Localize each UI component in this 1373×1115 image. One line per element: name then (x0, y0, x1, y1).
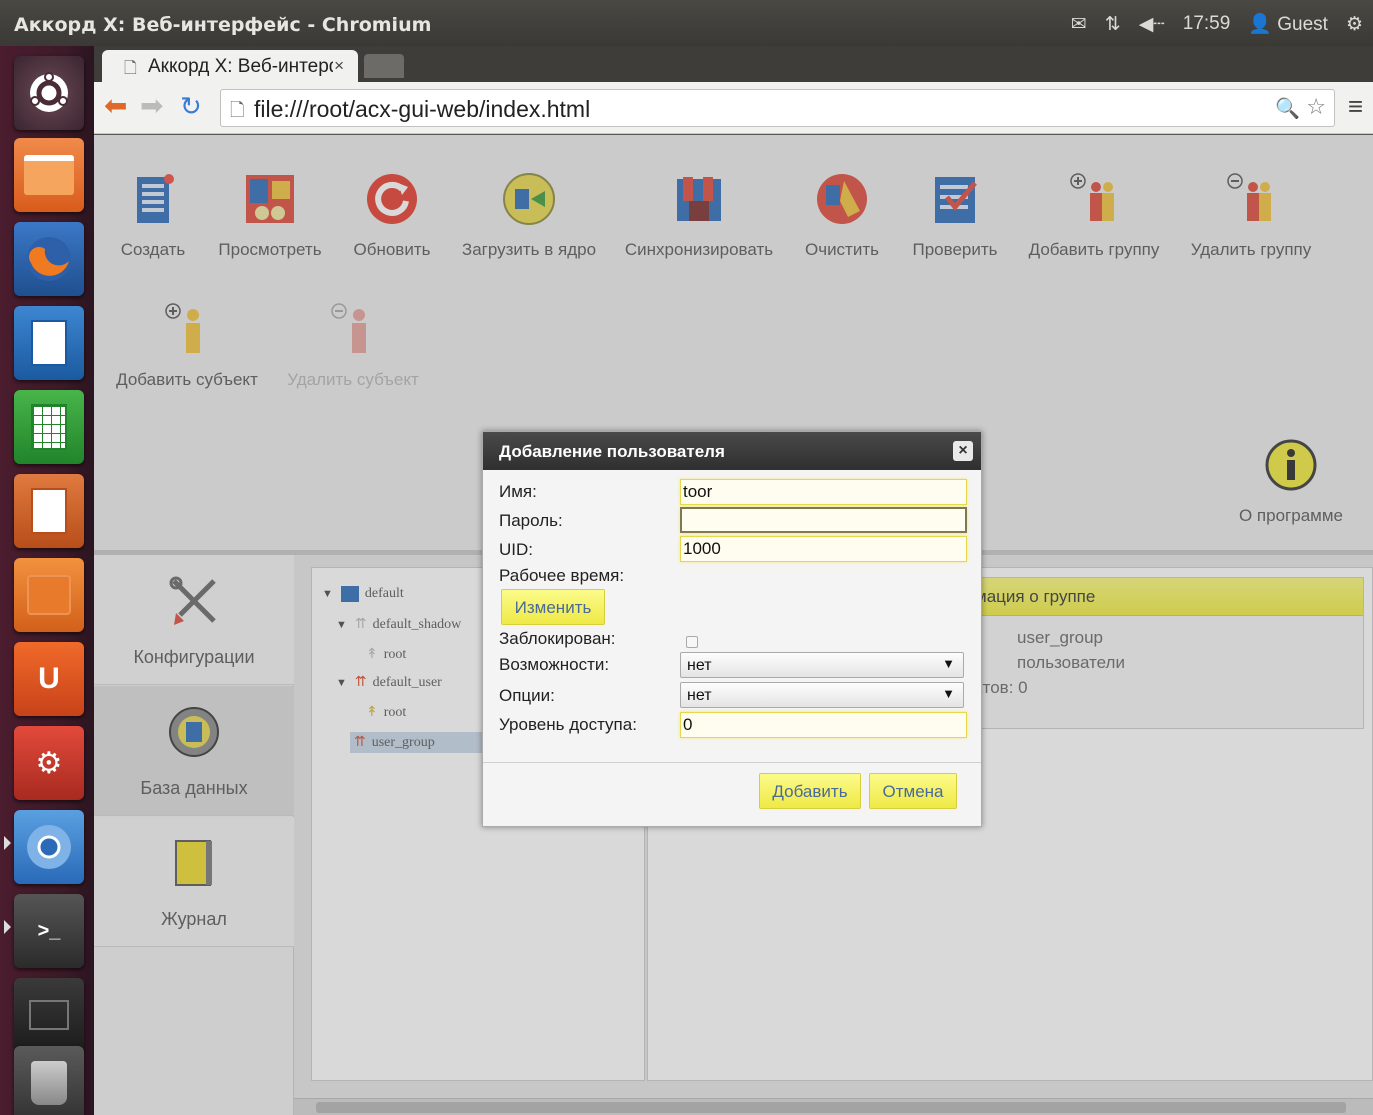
worktime-label: Рабочее время: (499, 566, 625, 585)
window-title: Аккорд X: Веб-интерфейс - Chromium (14, 14, 432, 36)
locked-label: Заблокирован: (499, 629, 616, 648)
clock-time[interactable]: 17:59 (1183, 13, 1231, 35)
envelope-icon[interactable]: ✉ (1071, 13, 1087, 36)
dialog-title: Добавление пользователя (499, 442, 725, 461)
address-bar[interactable]: 🗋 file:///root/acx-gui-web/index.html 🔍 … (220, 89, 1335, 127)
user-menu[interactable]: 👤 Guest (1248, 12, 1328, 36)
zoom-icon[interactable]: 🔍 (1275, 96, 1300, 121)
running-indicator (4, 920, 11, 934)
menu-icon[interactable]: ≡ (1348, 93, 1363, 119)
calc-icon[interactable] (14, 390, 84, 464)
name-label: Имя: (499, 482, 537, 501)
add-user-dialog: Добавление пользователя × Имя: Пароль: U… (482, 431, 982, 827)
chevron-down-icon: ▼ (942, 656, 955, 671)
password-label: Пароль: (499, 511, 563, 530)
chromium-icon[interactable] (14, 810, 84, 884)
browser-window: 🗋 Аккорд X: Веб-интерфейс × ⬅ ➡ ↻ 🗋 file… (94, 46, 1373, 1115)
page-content: Создать Просмотреть Обновить Загрузить в… (94, 135, 1373, 1115)
unity-launcher: U ⚙ >_ (0, 46, 94, 1115)
system-settings-icon[interactable]: ⚙ (14, 726, 84, 800)
page-icon: 🗋 (124, 60, 137, 77)
firefox-icon[interactable] (14, 222, 84, 296)
software-center-icon[interactable] (14, 558, 84, 632)
writer-icon[interactable] (14, 306, 84, 380)
capabilities-label: Возможности: (499, 655, 610, 674)
terminal-icon[interactable]: >_ (14, 894, 84, 968)
back-arrow-icon[interactable]: ⬅ (104, 92, 127, 120)
uid-label: UID: (499, 540, 533, 559)
running-indicator (4, 836, 11, 850)
tab-strip: 🗋 Аккорд X: Веб-интерфейс × (94, 46, 1373, 82)
capabilities-value: нет (687, 657, 712, 674)
divider (483, 762, 981, 763)
capabilities-select[interactable]: нет ▼ (680, 652, 964, 678)
workspace-switcher-icon[interactable] (14, 978, 84, 1052)
page-icon: 🗋 (230, 100, 245, 120)
forward-arrow-icon[interactable]: ➡ (140, 92, 163, 120)
uid-field[interactable] (680, 536, 967, 562)
browser-tab[interactable]: 🗋 Аккорд X: Веб-интерфейс × (102, 50, 358, 82)
browser-toolbar: ⬅ ➡ ↻ 🗋 file:///root/acx-gui-web/index.h… (94, 82, 1373, 134)
options-label: Опции: (499, 686, 555, 705)
system-tray: ✉ ⇅ ◀┄ 17:59 👤 Guest ⚙ (1071, 12, 1363, 36)
user-icon: 👤 (1248, 14, 1272, 35)
name-field[interactable] (680, 479, 967, 505)
options-select[interactable]: нет ▼ (680, 682, 964, 708)
gear-power-icon[interactable]: ⚙ (1346, 13, 1363, 36)
chevron-down-icon: ▼ (942, 686, 955, 701)
files-icon[interactable] (14, 138, 84, 212)
url-text: file:///root/acx-gui-web/index.html (254, 96, 591, 122)
new-tab-button[interactable] (364, 54, 404, 78)
user-name: Guest (1277, 14, 1328, 35)
network-arrows-icon[interactable]: ⇅ (1105, 13, 1121, 36)
tab-title: Аккорд X: Веб-интерфейс (148, 56, 333, 77)
impress-icon[interactable] (14, 474, 84, 548)
password-field[interactable] (680, 507, 967, 533)
dialog-header: Добавление пользователя × (483, 432, 981, 470)
star-icon[interactable]: ☆ (1306, 94, 1326, 120)
cancel-button[interactable]: Отмена (869, 773, 957, 809)
system-top-panel: Аккорд X: Веб-интерфейс - Chromium ✉ ⇅ ◀… (0, 0, 1373, 46)
options-value: нет (687, 687, 712, 704)
access-level-field[interactable] (680, 712, 967, 738)
reload-icon[interactable]: ↻ (180, 92, 202, 120)
ubuntu-dash-icon[interactable] (14, 56, 84, 130)
speaker-icon[interactable]: ◀┄ (1139, 13, 1165, 36)
add-button[interactable]: Добавить (759, 773, 861, 809)
close-icon[interactable]: × (334, 56, 344, 76)
ubuntu-one-icon[interactable]: U (14, 642, 84, 716)
access-level-label: Уровень доступа: (499, 715, 637, 734)
close-icon[interactable]: × (953, 441, 973, 461)
edit-worktime-button[interactable]: Изменить (501, 589, 605, 625)
locked-checkbox[interactable] (686, 636, 698, 648)
trash-icon[interactable] (14, 1046, 84, 1115)
